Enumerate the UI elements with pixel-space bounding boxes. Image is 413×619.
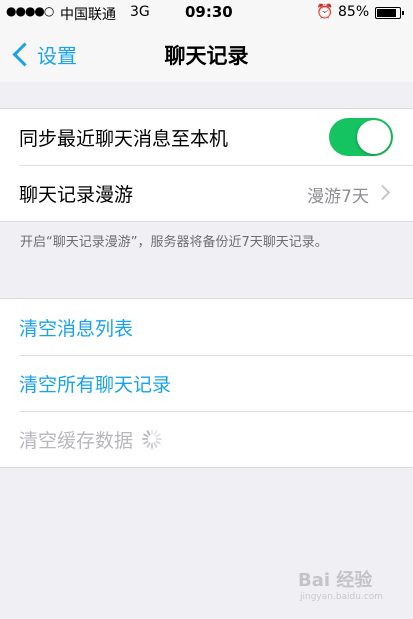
network-type: 3G (130, 4, 150, 20)
clear-all-button[interactable]: 清空所有聊天记录 (0, 355, 413, 411)
clear-actions-group: 清空消息列表 清空所有聊天记录 清空缓存数据 (0, 298, 413, 468)
baidu-watermark: Bai 经验 (298, 570, 373, 591)
loading-spinner-icon (141, 428, 163, 450)
signal-icon: ●●●●○ (6, 4, 54, 18)
clear-cache-button[interactable]: 清空缓存数据 (0, 411, 413, 467)
roaming-note: 开启“聊天记录漫游”，服务器将备份近7天聊天记录。 (20, 235, 328, 250)
chat-settings-group: 同步最近聊天消息至本机 聊天记录漫游 漫游7天 (0, 108, 413, 222)
navigation-bar: 设置 聊天记录 (0, 26, 413, 82)
sync-label: 同步最近聊天消息至本机 (19, 127, 229, 150)
sync-toggle[interactable] (329, 118, 393, 156)
sync-row: 同步最近聊天消息至本机 (0, 109, 413, 165)
carrier-label: 中国联通 (60, 7, 116, 23)
alarm-icon: ⏰ (316, 4, 334, 20)
clear-cache-label: 清空缓存数据 (19, 429, 134, 452)
battery-icon (375, 7, 404, 19)
clear-list-label: 清空消息列表 (19, 317, 134, 340)
chevron-right-icon (374, 184, 391, 201)
roaming-row[interactable]: 聊天记录漫游 漫游7天 (0, 165, 413, 221)
clear-list-button[interactable]: 清空消息列表 (0, 299, 413, 355)
roaming-label: 聊天记录漫游 (19, 183, 134, 206)
toggle-knob (357, 120, 391, 154)
clear-all-label: 清空所有聊天记录 (19, 373, 172, 396)
page-title: 聊天记录 (164, 44, 249, 68)
battery-percent: 85% (338, 4, 370, 20)
baidu-watermark-url: jingyan.baidu.com (300, 592, 384, 602)
status-bar: ●●●●○ 中国联通 3G 09:30 ⏰ 85% (0, 0, 413, 26)
roaming-value: 漫游7天 (307, 187, 369, 207)
status-time: 09:30 (185, 3, 233, 21)
